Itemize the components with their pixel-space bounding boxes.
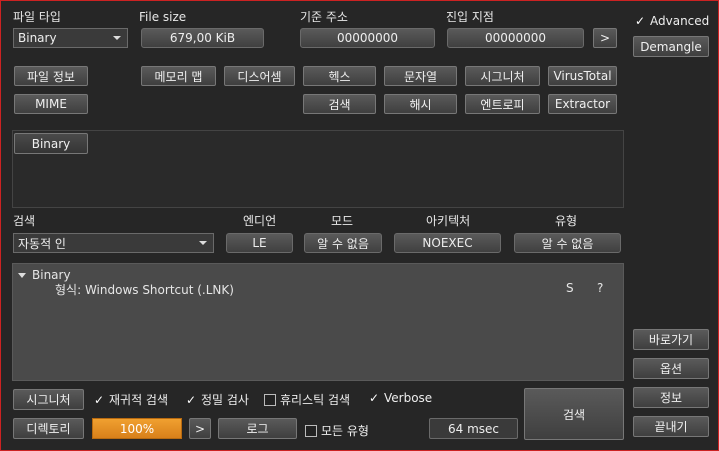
demangle-button[interactable]: Demangle — [633, 36, 709, 57]
file-info-button[interactable]: 파일 정보 — [14, 66, 88, 86]
check-icon: ✓ — [368, 391, 380, 405]
file-size-label: File size — [139, 10, 187, 24]
all-types-checkbox[interactable]: 모든 유형 — [305, 422, 369, 439]
result-status-q: ? — [597, 281, 604, 295]
file-size-field: 679,00 KiB — [141, 28, 264, 48]
progress-bar: 100% — [92, 418, 182, 439]
type-field[interactable]: 알 수 없음 — [514, 233, 621, 253]
directory-button[interactable]: 디렉토리 — [13, 418, 84, 439]
mime-button[interactable]: MIME — [14, 94, 88, 114]
progress-next-button[interactable]: > — [189, 418, 211, 439]
tree-root-label: Binary — [32, 268, 71, 282]
entropy-button[interactable]: 엔트로피 — [465, 94, 540, 114]
file-type-value: Binary — [18, 31, 57, 45]
heuristic-label: 휴리스틱 검색 — [280, 393, 351, 407]
heuristic-checkbox[interactable]: 휴리스틱 검색 — [264, 391, 350, 408]
chevron-down-icon — [113, 36, 121, 40]
entry-point-field[interactable]: 00000000 — [447, 28, 584, 48]
verbose-checkbox[interactable]: ✓ Verbose — [368, 391, 432, 405]
endian-label: 엔디언 — [243, 214, 277, 228]
exit-button[interactable]: 끝내기 — [633, 416, 709, 437]
log-button[interactable]: 로그 — [218, 418, 297, 439]
extractor-button[interactable]: Extractor — [548, 94, 617, 114]
options-button[interactable]: 옵션 — [633, 358, 709, 379]
type-label: 유형 — [555, 214, 578, 228]
advanced-checkbox[interactable]: ✓ Advanced — [634, 14, 709, 28]
check-icon: ✓ — [93, 392, 105, 407]
go-button[interactable]: > — [593, 28, 617, 48]
hash-button[interactable]: 해시 — [384, 94, 457, 114]
advanced-label: Advanced — [650, 14, 710, 28]
strings-button[interactable]: 문자열 — [384, 66, 457, 86]
memory-map-button[interactable]: 메모리 맵 — [141, 66, 216, 86]
tree-root-row[interactable]: Binary — [18, 268, 71, 282]
result-tree[interactable]: Binary 형식: Windows Shortcut (.LNK) S ? — [12, 263, 624, 381]
recursive-checkbox[interactable]: ✓ 재귀적 검색 — [93, 391, 168, 408]
shortcuts-button[interactable]: 바로가기 — [633, 329, 709, 350]
check-icon: ✓ — [634, 14, 646, 28]
file-type-label: 파일 타입 — [13, 10, 61, 24]
recursive-label: 재귀적 검색 — [109, 393, 169, 407]
base-address-label: 기준 주소 — [300, 10, 348, 24]
binary-tab[interactable]: Binary — [14, 133, 88, 154]
virustotal-button[interactable]: VirusTotal — [548, 66, 617, 86]
file-type-select[interactable]: Binary — [13, 28, 128, 48]
arch-field[interactable]: NOEXEC — [394, 233, 501, 253]
hex-button[interactable]: 헥스 — [303, 66, 376, 86]
check-icon: ✓ — [185, 392, 197, 407]
chevron-down-icon — [199, 241, 207, 245]
search-mode-value: 자동적 인 — [18, 236, 66, 251]
mode-label: 모드 — [331, 214, 354, 228]
about-button[interactable]: 정보 — [633, 387, 709, 408]
verbose-label: Verbose — [384, 391, 433, 405]
deep-scan-checkbox[interactable]: ✓ 정밀 검사 — [185, 391, 249, 408]
arch-label: 아키텍처 — [426, 214, 471, 228]
tree-child-label[interactable]: 형식: Windows Shortcut (.LNK) — [55, 281, 234, 298]
base-address-field[interactable]: 00000000 — [300, 28, 435, 48]
binary-panel — [12, 130, 624, 208]
checkbox-empty-icon — [305, 424, 317, 437]
endian-field[interactable]: LE — [226, 233, 293, 253]
deep-scan-label: 정밀 검사 — [201, 393, 249, 407]
result-status-s: S — [566, 281, 574, 295]
all-types-label: 모든 유형 — [321, 424, 369, 438]
expand-icon[interactable] — [18, 272, 26, 278]
search-tool-button[interactable]: 검색 — [303, 94, 376, 114]
signature-tool-button[interactable]: 시그니처 — [465, 66, 540, 86]
mode-field[interactable]: 알 수 없음 — [304, 233, 382, 253]
entry-point-label: 진입 지점 — [446, 10, 494, 24]
search-mode-select[interactable]: 자동적 인 — [13, 233, 214, 253]
search-label: 검색 — [13, 214, 36, 228]
elapsed-time: 64 msec — [429, 418, 518, 439]
disasm-button[interactable]: 디스어셈 — [224, 66, 295, 86]
scan-button[interactable]: 검색 — [524, 388, 624, 440]
signatures-button[interactable]: 시그니처 — [13, 389, 84, 410]
checkbox-empty-icon — [264, 393, 276, 406]
